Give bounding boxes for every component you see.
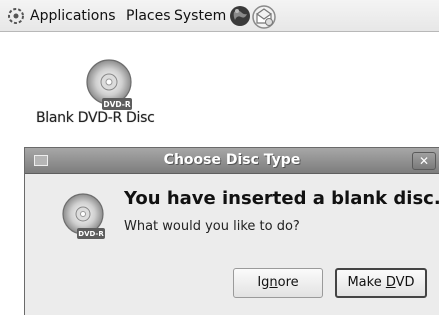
dialog-icon-badge: DVD-R — [78, 230, 104, 238]
close-button[interactable]: ✕ — [412, 152, 436, 170]
ignore-label-mnemonic: n — [269, 275, 278, 290]
make-label-prefix: Make — [347, 275, 386, 290]
ignore-button[interactable]: Ignore — [233, 268, 323, 298]
dialog-heading: You have inserted a blank disc. — [124, 188, 439, 209]
menu-applications[interactable]: Applications — [30, 0, 116, 32]
top-panel: Applications Places System — [0, 0, 439, 32]
menu-system[interactable]: System — [174, 0, 226, 32]
gnome-foot-icon[interactable] — [6, 6, 26, 26]
blank-dvd-desktop-icon[interactable]: DVD-R — [74, 58, 144, 118]
dialog-title: Choose Disc Type — [163, 152, 301, 168]
web-browser-globe-icon[interactable] — [229, 5, 251, 27]
ignore-label-prefix: Ig — [257, 275, 270, 290]
make-label-mnemonic: D — [385, 275, 396, 290]
desktop-icon-badge: DVD-R — [103, 100, 131, 109]
dialog-message: What would you like to do? — [124, 219, 300, 234]
dvd-disc-icon: DVD-R — [62, 193, 105, 239]
make-dvd-button[interactable]: Make DVD — [335, 268, 427, 298]
choose-disc-type-dialog: Choose Disc Type ✕ DVD-R You have insert… — [24, 147, 439, 315]
dialog-titlebar[interactable]: Choose Disc Type ✕ — [25, 148, 439, 174]
desktop-icon-label[interactable]: Blank DVD-R Disc — [36, 110, 176, 126]
ignore-label-rest: ore — [277, 275, 299, 290]
mail-client-icon[interactable] — [251, 4, 277, 30]
close-icon: ✕ — [418, 154, 430, 168]
menu-places[interactable]: Places — [126, 0, 171, 32]
make-label-rest: VD — [395, 275, 415, 290]
